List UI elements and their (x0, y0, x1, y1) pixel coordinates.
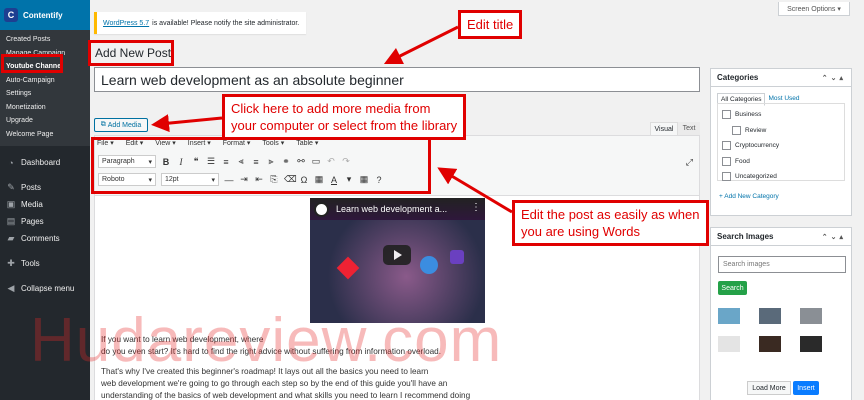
arrow-to-toolbar (437, 167, 513, 214)
callout-edit-title: Edit title (458, 10, 523, 39)
callout-text: Edit title (467, 17, 514, 32)
callout-edit-post: Edit the post as easily as when you are … (512, 200, 709, 246)
callout-text: you are using Words (521, 224, 640, 239)
callout-text: your computer or select from the library (231, 118, 458, 133)
callout-text: Click here to add more media from (231, 101, 431, 116)
callout-add-media: Click here to add more media from your c… (222, 94, 467, 140)
arrow-to-add-media (151, 114, 223, 133)
arrow-to-title (383, 25, 459, 65)
callout-text: Edit the post as easily as when (521, 207, 700, 222)
annotation-arrows (151, 25, 513, 214)
